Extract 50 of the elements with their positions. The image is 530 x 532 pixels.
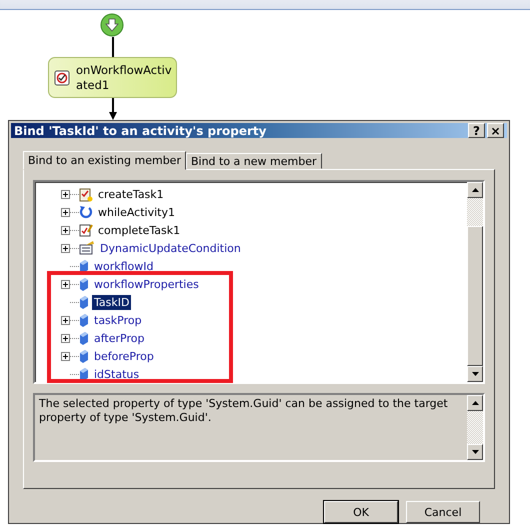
activity-node[interactable]: onWorkflowActivated1 xyxy=(48,57,177,98)
property-icon xyxy=(79,278,89,290)
property-icon xyxy=(79,368,89,380)
expand-icon[interactable] xyxy=(61,334,70,342)
expand-icon[interactable] xyxy=(61,352,70,360)
property-icon xyxy=(79,314,89,326)
property-icon xyxy=(79,260,89,272)
tree-item[interactable]: createTask1 xyxy=(96,186,166,202)
expand-icon[interactable] xyxy=(61,226,70,234)
tree-item[interactable]: DynamicUpdateCondition xyxy=(98,240,243,256)
ok-button[interactable]: OK xyxy=(324,501,398,523)
scrollbar[interactable] xyxy=(467,395,483,460)
down-arrow-icon xyxy=(472,372,478,376)
connector-arrow xyxy=(109,98,117,120)
tree-item[interactable]: completeTask1 xyxy=(96,222,182,238)
tab[interactable]: Bind to an existing member xyxy=(23,151,186,170)
up-arrow-icon xyxy=(472,401,478,405)
tree-item[interactable]: beforeProp xyxy=(92,348,156,364)
tree-item[interactable]: taskProp xyxy=(92,312,144,328)
tree-item[interactable]: workflowProperties xyxy=(92,276,201,292)
expand-icon[interactable] xyxy=(61,316,70,324)
tree-item[interactable]: idStatus xyxy=(92,366,142,382)
up-arrow-icon xyxy=(472,188,478,192)
expand-icon[interactable] xyxy=(61,190,70,198)
connector-line xyxy=(112,37,114,57)
property-icon xyxy=(79,350,89,362)
close-button[interactable]: × xyxy=(487,123,504,138)
description-text: The selected property of type 'System.Guid' can be assigned to the target property of type 'System.Guid'. xyxy=(38,396,449,426)
activity-icon xyxy=(54,70,70,86)
form-icon xyxy=(79,241,95,255)
tab[interactable]: Bind to a new member xyxy=(186,153,322,169)
clipboard-icon xyxy=(79,186,93,202)
expand-icon[interactable] xyxy=(61,280,70,288)
dialog-title: Bind 'TaskId' to an activity's property xyxy=(14,124,268,138)
notepad-pencil-icon xyxy=(79,223,93,237)
start-icon xyxy=(100,13,124,37)
scrollbar[interactable] xyxy=(467,182,483,382)
expand-icon[interactable] xyxy=(61,244,70,252)
property-icon xyxy=(79,296,89,308)
help-button[interactable]: ? xyxy=(468,123,485,138)
loop-icon xyxy=(79,205,93,219)
tree-item[interactable]: TaskID xyxy=(92,294,132,310)
activity-label: onWorkflowActivated1 xyxy=(76,62,173,92)
tree-item[interactable]: whileActivity1 xyxy=(96,204,177,220)
down-arrow-icon xyxy=(472,450,478,454)
cancel-button[interactable]: Cancel xyxy=(406,501,480,523)
expand-icon[interactable] xyxy=(61,208,70,216)
property-icon xyxy=(79,332,89,344)
tree-item[interactable]: afterProp xyxy=(92,330,146,346)
tree-item[interactable]: workflowId xyxy=(92,258,156,274)
